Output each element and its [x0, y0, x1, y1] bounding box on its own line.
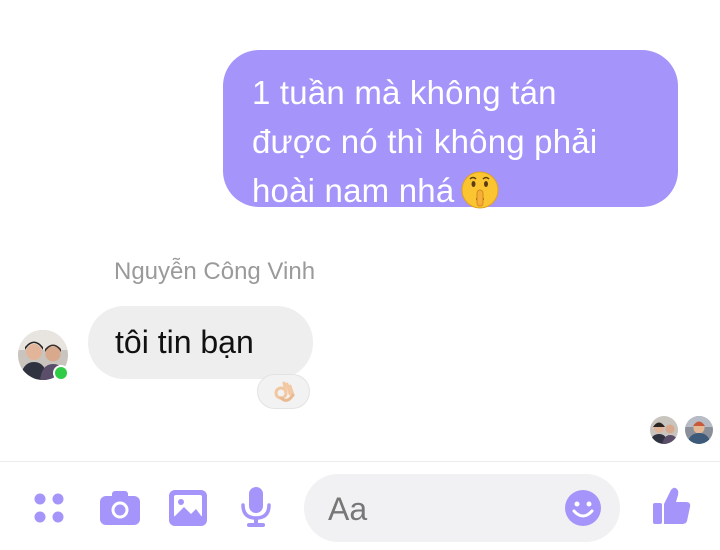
- ok-hand-emoji-icon: [274, 381, 294, 402]
- seen-avatar-2: [685, 416, 713, 444]
- online-status-dot: [53, 365, 69, 381]
- incoming-message-bubble[interactable]: tôi tin bạn: [88, 306, 313, 379]
- outgoing-message-line-3: hoài nam nhá: [252, 166, 658, 215]
- microphone-icon[interactable]: [240, 487, 272, 527]
- apps-icon[interactable]: [33, 492, 65, 524]
- outgoing-message-line-2: được nó thì không phải: [252, 123, 598, 160]
- sender-name: Nguyễn Công Vinh: [114, 258, 316, 285]
- composer-divider: [0, 461, 720, 462]
- outgoing-message-line-3-text: hoài nam nhá: [252, 172, 455, 209]
- incoming-message-text: tôi tin bạn: [115, 324, 254, 360]
- message-composer[interactable]: [304, 474, 620, 544]
- gallery-icon[interactable]: [169, 490, 207, 526]
- emoji-icon[interactable]: [564, 489, 602, 527]
- like-icon[interactable]: [652, 486, 692, 526]
- outgoing-message-bubble[interactable]: 1 tuần mà không tán được nó thì không ph…: [223, 50, 678, 209]
- message-reaction[interactable]: [257, 374, 310, 409]
- camera-icon[interactable]: [100, 490, 140, 526]
- message-input[interactable]: [326, 474, 550, 544]
- seen-avatar-1: [650, 416, 678, 444]
- shushing-face-emoji-icon: [461, 171, 499, 209]
- outgoing-message-line-1: 1 tuần mà không tán: [252, 74, 557, 111]
